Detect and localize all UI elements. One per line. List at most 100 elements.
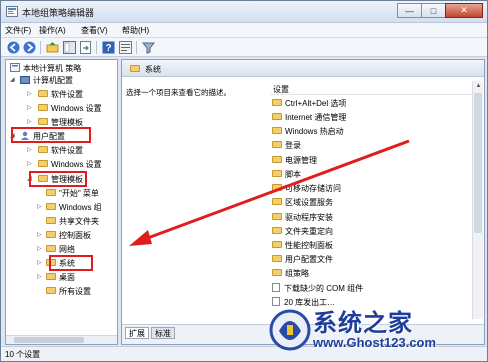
list-item[interactable]: 脚本 xyxy=(272,169,301,180)
watermark-logo xyxy=(269,309,311,351)
list-item[interactable]: Ctrl+Alt+Del 选项 xyxy=(272,98,346,109)
folder-icon xyxy=(38,104,48,112)
tree-item-start-menu[interactable]: "开始" 菜单 xyxy=(46,188,99,199)
forward-icon[interactable] xyxy=(23,41,36,54)
status-text: 10 个设置 xyxy=(5,350,41,359)
scroll-up-icon[interactable]: ▲ xyxy=(474,82,483,90)
list-item[interactable]: 用户配置文件 xyxy=(272,254,333,265)
expand-arrow-icon[interactable]: ▷ xyxy=(37,272,42,283)
folder-icon xyxy=(272,99,282,107)
tree-item-local-policy[interactable]: 本地计算机 策略 xyxy=(10,63,81,74)
expand-arrow-icon[interactable]: ▷ xyxy=(27,89,32,100)
maximize-button[interactable]: □ xyxy=(421,3,446,18)
highlight-admin-templates xyxy=(29,171,87,187)
folder-icon xyxy=(272,241,282,249)
show-hide-tree-icon[interactable] xyxy=(63,41,76,54)
watermark: 系统之家 www.Ghost123.com xyxy=(269,303,487,361)
folder-icon xyxy=(38,118,48,126)
setting-page-icon xyxy=(272,283,280,293)
tree-item-all-settings[interactable]: 所有设置 xyxy=(46,286,91,297)
list-item[interactable]: 可移动存储访问 xyxy=(272,183,341,194)
up-folder-icon[interactable] xyxy=(46,41,59,54)
tree-item-computer-config[interactable]: ◢ 计算机配置 xyxy=(10,75,73,86)
list-item[interactable]: 登录 xyxy=(272,140,301,151)
folder-icon xyxy=(46,203,56,211)
watermark-url: www.Ghost123.com xyxy=(313,335,437,350)
folder-icon xyxy=(38,146,48,154)
group-policy-editor-window: 本地组策略编辑器 — □ ✕ 文件(F) 操作(A) 查看(V) 帮助(H) ?… xyxy=(0,0,488,362)
list-item[interactable]: 组策略 xyxy=(272,268,309,279)
tree-item-desktop[interactable]: ▷ 桌面 xyxy=(37,272,75,283)
filter-icon[interactable] xyxy=(142,41,155,54)
folder-icon xyxy=(46,245,56,253)
folder-icon xyxy=(272,198,282,206)
back-icon[interactable] xyxy=(7,41,20,54)
tree-horizontal-scrollbar[interactable] xyxy=(6,335,117,344)
watermark-brand: 系统之家 xyxy=(313,309,413,337)
expand-arrow-icon[interactable]: ▷ xyxy=(37,244,42,255)
folder-icon xyxy=(272,113,282,121)
tab-extended[interactable]: 扩展 xyxy=(125,327,149,339)
menu-help[interactable]: 帮助(H) xyxy=(122,25,149,36)
tree-item-software-settings[interactable]: ▷ 软件设置 xyxy=(27,89,83,100)
folder-icon xyxy=(46,189,56,197)
details-header: 系统 xyxy=(122,60,484,77)
menu-view[interactable]: 查看(V) xyxy=(81,25,108,36)
title-bar: 本地组策略编辑器 — □ ✕ xyxy=(1,1,487,23)
app-icon xyxy=(6,6,18,17)
folder-icon xyxy=(46,273,56,281)
tab-standard[interactable]: 标准 xyxy=(151,327,175,339)
folder-icon xyxy=(272,127,282,135)
expand-arrow-icon[interactable]: ▷ xyxy=(37,202,42,213)
computer-icon xyxy=(20,75,30,84)
expand-arrow-icon[interactable]: ▷ xyxy=(37,258,42,269)
help-icon[interactable]: ? xyxy=(102,41,115,54)
expand-arrow-icon[interactable]: ▷ xyxy=(27,159,32,170)
details-vertical-scrollbar[interactable]: ▲ xyxy=(472,81,483,319)
list-item[interactable]: 驱动程序安装 xyxy=(272,212,333,223)
folder-icon xyxy=(272,141,282,149)
tree-item-user-software-settings[interactable]: ▷ 软件设置 xyxy=(27,145,83,156)
menu-file[interactable]: 文件(F) xyxy=(5,25,31,36)
tree-item-shared-folders[interactable]: 共享文件夹 xyxy=(46,216,99,227)
expand-arrow-icon[interactable]: ▷ xyxy=(27,103,32,114)
close-button[interactable]: ✕ xyxy=(445,3,483,18)
tree-item-windows-components[interactable]: ▷ Windows 组 xyxy=(37,202,102,213)
folder-icon xyxy=(272,156,282,164)
export-list-icon[interactable] xyxy=(79,41,92,54)
column-header-settings[interactable]: 设置 xyxy=(270,83,472,95)
tree-item-control-panel[interactable]: ▷ 控制面板 xyxy=(37,230,91,241)
menu-bar: 文件(F) 操作(A) 查看(V) 帮助(H) xyxy=(1,23,487,38)
toolbar: ? xyxy=(1,38,487,57)
folder-icon xyxy=(38,90,48,98)
expand-arrow-icon[interactable]: ▷ xyxy=(37,230,42,241)
expand-arrow-icon[interactable]: ▷ xyxy=(27,145,32,156)
details-header-title: 系统 xyxy=(145,65,161,74)
tree-item-user-windows-settings[interactable]: ▷ Windows 设置 xyxy=(27,159,102,170)
folder-icon xyxy=(46,287,56,295)
properties-icon[interactable] xyxy=(119,41,132,54)
scroll-thumb[interactable] xyxy=(474,93,482,233)
list-item[interactable]: 电源管理 xyxy=(272,155,317,166)
scroll-thumb[interactable] xyxy=(14,337,84,343)
list-item[interactable]: Windows 热启动 xyxy=(272,126,344,137)
tree-pane: 本地计算机 策略 ◢ 计算机配置 ▷ 软件设置 ▷ Windows 设置 ▷ 管… xyxy=(5,59,118,345)
collapse-arrow-icon[interactable]: ◢ xyxy=(10,75,15,86)
list-item[interactable]: Internet 通信管理 xyxy=(272,112,346,123)
list-item[interactable]: 区域设置服务 xyxy=(272,197,333,208)
list-item[interactable]: 性能控制面板 xyxy=(272,240,333,251)
description-text: 选择一个项目来查看它的描述。 xyxy=(126,88,231,97)
folder-icon xyxy=(272,170,282,178)
tree-item-windows-settings[interactable]: ▷ Windows 设置 xyxy=(27,103,102,114)
menu-action[interactable]: 操作(A) xyxy=(39,25,66,36)
folder-icon xyxy=(272,255,282,263)
highlight-user-config xyxy=(11,127,91,143)
tree-item-network[interactable]: ▷ 网络 xyxy=(37,244,75,255)
highlight-system xyxy=(49,255,93,271)
folder-icon xyxy=(272,269,282,277)
list-item[interactable]: 下载缺少的 COM 组件 xyxy=(272,283,363,294)
folder-icon xyxy=(46,231,56,239)
list-item[interactable]: 文件夹重定向 xyxy=(272,226,333,237)
minimize-button[interactable]: — xyxy=(397,3,422,18)
folder-icon xyxy=(46,217,56,225)
